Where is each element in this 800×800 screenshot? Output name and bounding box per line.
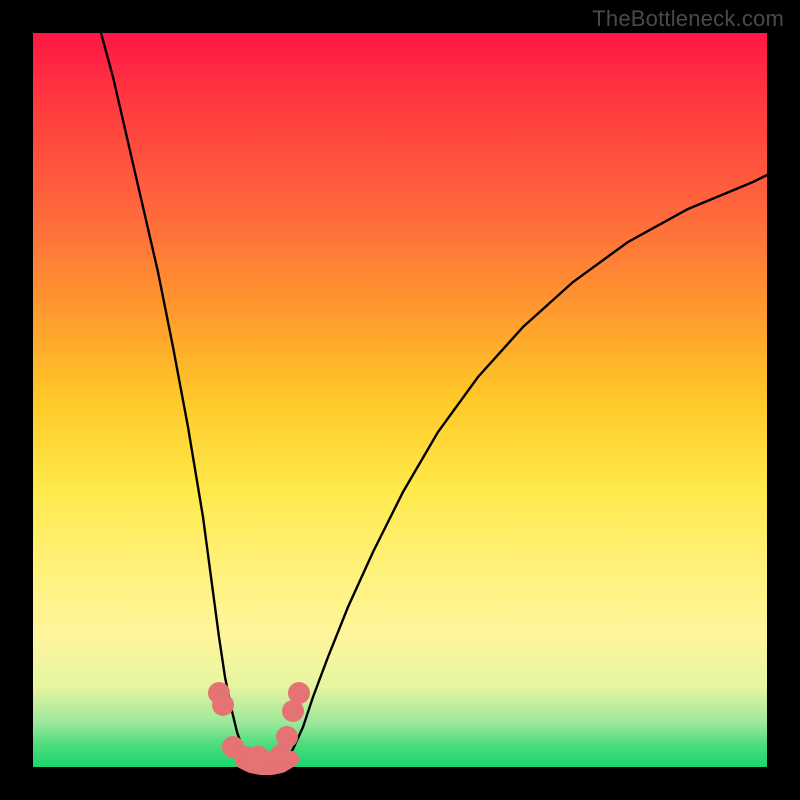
- outer-frame: TheBottleneck.com: [0, 0, 800, 800]
- marker-dot: [276, 726, 298, 748]
- marker-dot: [212, 694, 234, 716]
- right-curve-path: [283, 175, 767, 761]
- marker-dot: [245, 746, 271, 772]
- marker-dot: [288, 682, 310, 704]
- chart-overlay: [33, 33, 767, 767]
- attribution-label: TheBottleneck.com: [592, 6, 784, 32]
- curve-group: [101, 33, 767, 767]
- left-curve-path: [101, 33, 253, 761]
